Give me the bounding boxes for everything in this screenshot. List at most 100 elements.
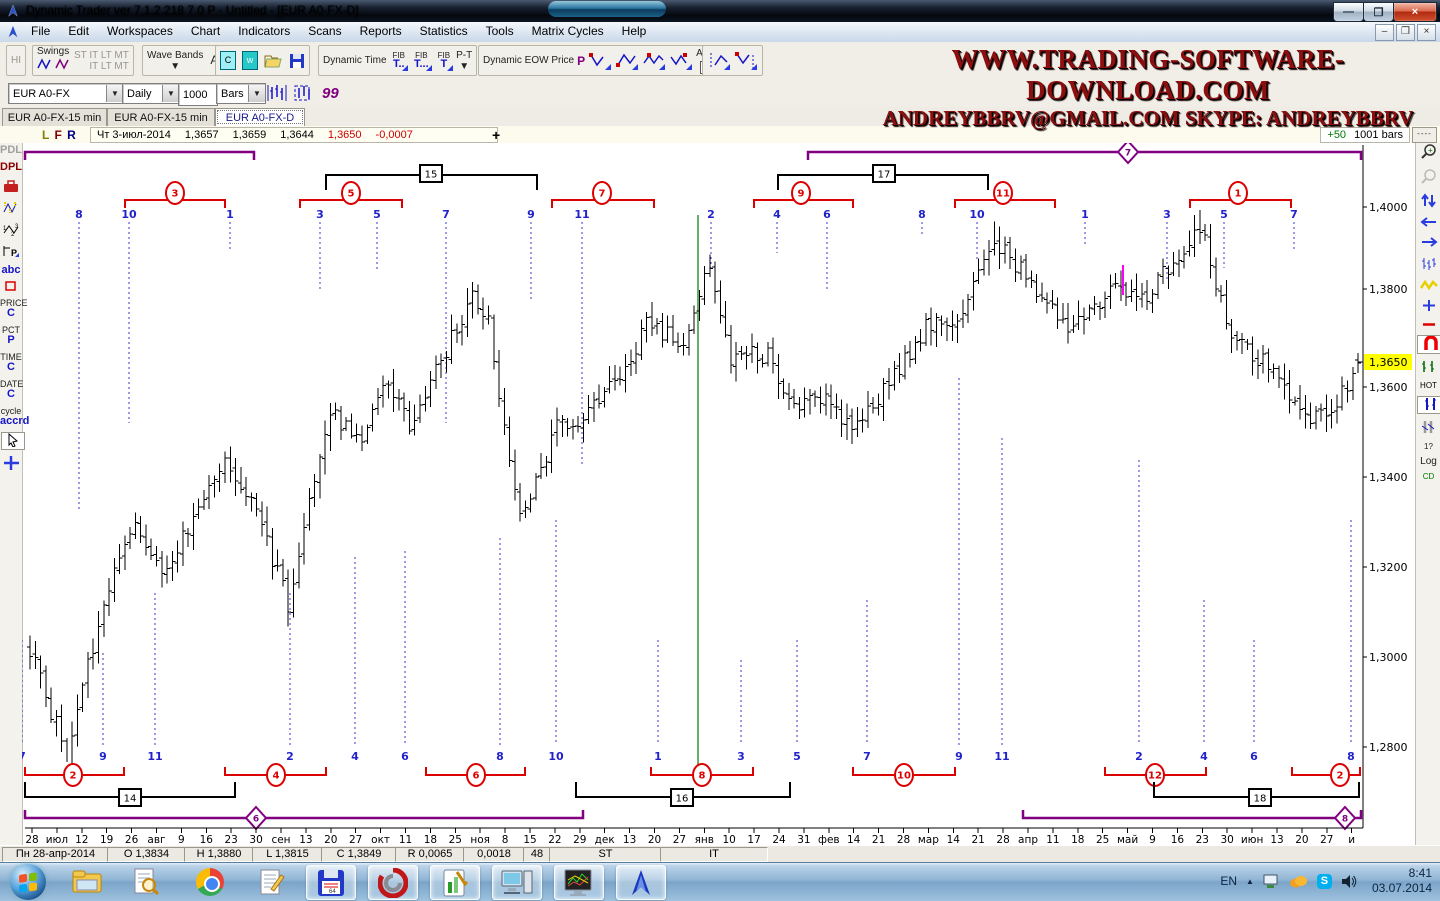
menu-tools[interactable]: Tools bbox=[477, 22, 523, 40]
tab-eur-a0-fx-d[interactable]: EUR A0-FX-D bbox=[215, 108, 305, 126]
chevron-down-icon[interactable]: ▼ bbox=[106, 85, 123, 102]
candle-style-icon[interactable] bbox=[292, 83, 314, 103]
cloud-icon[interactable] bbox=[1289, 874, 1308, 888]
cycle-99-icon[interactable]: 99 bbox=[322, 85, 339, 102]
workspace-icon[interactable]: w bbox=[242, 51, 258, 70]
bar-chart-style-icon[interactable] bbox=[266, 83, 288, 103]
price-chart[interactable]: 8101357911246810135779112468101357911246… bbox=[22, 143, 1415, 845]
menu-indicators[interactable]: Indicators bbox=[229, 22, 299, 40]
time-c-button[interactable]: TIMEC bbox=[0, 353, 22, 373]
network-icon[interactable] bbox=[1263, 874, 1280, 889]
clock[interactable]: 8:4103.07.2014 bbox=[1366, 866, 1432, 896]
menu-scans[interactable]: Scans bbox=[299, 22, 350, 40]
zoom-plus-icon[interactable] bbox=[1416, 299, 1440, 314]
language-indicator[interactable]: EN bbox=[1220, 874, 1237, 888]
bar-question-button[interactable]: 1? bbox=[1416, 442, 1440, 451]
search-doc-icon[interactable] bbox=[122, 865, 170, 898]
swing-yellow-icon[interactable] bbox=[1416, 279, 1440, 293]
fib-time-2-button[interactable]: FIBT... bbox=[411, 50, 432, 71]
swing-tool-5-icon[interactable] bbox=[707, 51, 731, 71]
chrome-icon[interactable] bbox=[186, 865, 234, 898]
pct-p-button[interactable]: PCTP bbox=[0, 326, 22, 346]
mdi-close-button[interactable]: × bbox=[1417, 24, 1436, 41]
red-square-icon[interactable] bbox=[0, 281, 22, 294]
symbol-select[interactable]: EUR A0-FX▼ bbox=[8, 83, 124, 104]
bar-count-input[interactable] bbox=[178, 83, 218, 106]
floppy-64-icon[interactable]: 64 bbox=[306, 865, 356, 900]
crosshair-icon[interactable]: + bbox=[492, 127, 500, 143]
stock-monitor-icon[interactable] bbox=[554, 865, 604, 900]
hot-button[interactable]: HOT bbox=[1416, 381, 1440, 390]
ohlc-bars[interactable] bbox=[27, 210, 1361, 776]
zoom-off-icon[interactable] bbox=[1416, 168, 1440, 187]
notepad-icon[interactable] bbox=[248, 865, 296, 898]
bars-pair-icon[interactable] bbox=[1417, 396, 1440, 414]
menu-edit[interactable]: Edit bbox=[59, 22, 98, 40]
scroll-left-icon[interactable] bbox=[1416, 216, 1440, 230]
dynamic-eow-button[interactable]: Dynamic EOW Price bbox=[483, 55, 574, 66]
restore-button[interactable]: ❐ bbox=[1363, 2, 1394, 22]
toolbox-icon[interactable] bbox=[0, 180, 22, 195]
swing-tool-3-icon[interactable] bbox=[642, 51, 666, 71]
bars-gray-icon[interactable] bbox=[1416, 420, 1440, 436]
price-axis[interactable]: 1,40001,38001,36001,34001,32001,30001,28… bbox=[25, 145, 1408, 828]
pt-dropdown[interactable]: P-T▼ bbox=[456, 50, 472, 72]
log-button[interactable]: Log bbox=[1416, 457, 1440, 466]
chevron-down-icon[interactable]: ▼ bbox=[162, 85, 179, 102]
tab-eur-a0-fx-15-min[interactable]: EUR A0-FX-15 min bbox=[2, 108, 107, 126]
swing-count-icon[interactable]: 312 bbox=[0, 222, 22, 239]
copy-chart-icon[interactable]: C bbox=[220, 51, 236, 70]
zoom-minus-icon[interactable] bbox=[1416, 320, 1440, 329]
lfr-toggle[interactable]: L F R bbox=[42, 128, 77, 142]
pdl[interactable]: PDL bbox=[0, 145, 22, 156]
scale-updown-icon[interactable] bbox=[1416, 193, 1440, 210]
scroll-right-icon[interactable] bbox=[1416, 236, 1440, 250]
minimize-button[interactable]: — bbox=[1333, 2, 1364, 22]
start-button[interactable] bbox=[4, 865, 52, 898]
dynamic-time-button[interactable]: Dynamic Time bbox=[323, 55, 387, 66]
swings-group[interactable]: Swings ST IT LT MT IT LT MT bbox=[32, 45, 134, 76]
date-axis[interactable]: 28июл121926авг9162330сен132027окт111825н… bbox=[25, 828, 1355, 845]
swings-options-1[interactable]: ST IT LT MT bbox=[74, 50, 129, 61]
skype-icon[interactable]: S bbox=[1317, 874, 1332, 889]
cycle-accrd-button[interactable]: cycleaccrd bbox=[0, 407, 22, 427]
dpl[interactable]: DPL bbox=[0, 162, 22, 173]
menu-statistics[interactable]: Statistics bbox=[411, 22, 477, 40]
fib-time-1-button[interactable]: FIBT.. bbox=[390, 50, 408, 71]
tray-expand-icon[interactable]: ▲ bbox=[1246, 877, 1254, 886]
wave-bands-button[interactable]: Wave Bands▼ bbox=[147, 50, 203, 72]
menu-workspaces[interactable]: Workspaces bbox=[98, 22, 182, 40]
mdi-restore-button[interactable]: ❐ bbox=[1396, 24, 1415, 41]
cd-button[interactable]: CD bbox=[1416, 472, 1440, 481]
date-c-button[interactable]: DATEC bbox=[0, 380, 22, 400]
magnet-icon[interactable] bbox=[1417, 335, 1440, 354]
swings-zigzag-icons[interactable] bbox=[37, 57, 71, 71]
open-folder-icon[interactable] bbox=[264, 53, 283, 69]
swing-tool-6-icon[interactable] bbox=[734, 51, 758, 71]
swing-tool-1-icon[interactable] bbox=[588, 51, 612, 71]
bars-green-icon[interactable] bbox=[1416, 360, 1440, 375]
swing-tool-4-icon[interactable] bbox=[669, 51, 693, 71]
abc-button[interactable]: abc bbox=[0, 265, 22, 276]
swings-options-2[interactable]: IT LT MT bbox=[74, 61, 129, 72]
hi-button[interactable]: HI bbox=[6, 45, 26, 76]
pivot-p-icon[interactable]: P bbox=[0, 244, 22, 260]
chevron-down-icon[interactable]: ▼ bbox=[248, 85, 265, 102]
close-button[interactable]: × bbox=[1393, 2, 1437, 22]
computer-icon[interactable] bbox=[492, 865, 542, 900]
menu-reports[interactable]: Reports bbox=[351, 22, 411, 40]
swing-tool-2-icon[interactable] bbox=[615, 51, 639, 71]
tab-eur-a0-fx-15-min[interactable]: EUR A0-FX-15 min bbox=[107, 108, 215, 126]
p-button[interactable]: P bbox=[577, 54, 585, 68]
fib-time-3-button[interactable]: FIBT bbox=[435, 50, 453, 71]
price-c-button[interactable]: PRICEC bbox=[0, 299, 22, 319]
bars-style-icon[interactable] bbox=[1416, 256, 1440, 273]
plus-icon[interactable] bbox=[0, 455, 22, 473]
menu-file[interactable]: File bbox=[22, 22, 59, 40]
swing-highlight-icon[interactable] bbox=[0, 200, 22, 217]
dynamic-trader-icon[interactable] bbox=[616, 865, 666, 900]
corel-icon[interactable] bbox=[368, 865, 418, 900]
zoom-in-icon[interactable]: + bbox=[1416, 143, 1440, 162]
save-icon[interactable] bbox=[289, 53, 305, 69]
explorer-icon[interactable] bbox=[64, 865, 112, 898]
